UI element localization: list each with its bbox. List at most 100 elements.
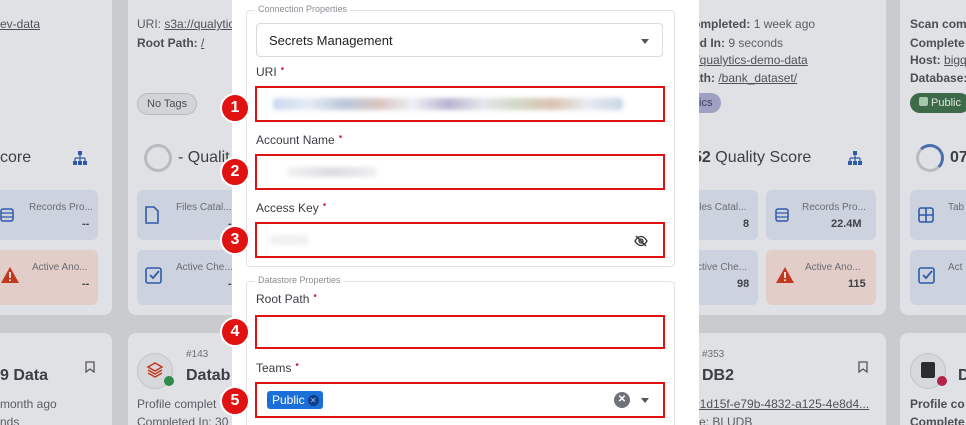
- clear-icon[interactable]: ✕: [614, 392, 630, 408]
- anomalies-value: 115: [848, 278, 866, 290]
- checks-label: Act: [948, 262, 963, 273]
- card-title[interactable]: 9 Data: [0, 367, 48, 385]
- add-datastore-modal: Connection Properties Secrets Management…: [232, 0, 699, 425]
- checkbox-icon: [918, 267, 935, 284]
- card-meta: month ago: [0, 397, 57, 411]
- callout-badge-2: 2: [220, 157, 250, 187]
- status-dot: [937, 376, 947, 386]
- uri-label: URI •: [256, 64, 285, 79]
- records-tile: [0, 190, 98, 240]
- checks-label: ctive Che...: [697, 262, 748, 273]
- card-meta: Profile complet: [137, 397, 217, 411]
- quality-score-ring: [916, 144, 944, 172]
- files-label: iles Catal...: [697, 202, 747, 213]
- chevron-down-icon: [641, 39, 649, 44]
- card-link[interactable]: ev-data: [0, 17, 40, 31]
- access-key-label: Access Key •: [256, 200, 327, 215]
- warning-icon: [776, 267, 794, 283]
- callout-badge-1: 1: [220, 93, 250, 123]
- card-completed-in: ed In: 9 seconds: [693, 36, 784, 50]
- table-icon: [775, 208, 789, 222]
- table-icon: [0, 208, 14, 222]
- card-completed: Complete: [910, 36, 965, 50]
- quality-score-ring: [144, 144, 172, 172]
- callout-badge-5: 5: [220, 386, 250, 416]
- files-label: Files Catal...: [176, 202, 232, 213]
- connection-properties-legend: Connection Properties: [255, 4, 351, 14]
- warning-icon: [1, 267, 19, 283]
- files-tile: [690, 190, 758, 240]
- required-indicator: •: [313, 291, 317, 302]
- bookmark-icon[interactable]: [858, 361, 868, 373]
- required-indicator: •: [280, 64, 285, 75]
- uri-input[interactable]: [255, 86, 665, 122]
- records-label: Records Pro...: [29, 202, 93, 213]
- card-title[interactable]: DB2: [702, 367, 734, 385]
- account-name-input[interactable]: [255, 154, 665, 190]
- file-icon: [145, 206, 159, 224]
- checkbox-icon: [145, 267, 162, 284]
- access-key-input[interactable]: [255, 222, 665, 258]
- status-dot: [164, 376, 174, 386]
- anomalies-value: --: [82, 278, 90, 290]
- quality-score-label: 52 Quality Score: [693, 149, 812, 166]
- datastore-properties-legend: Datastore Properties: [255, 275, 344, 285]
- card-uri[interactable]: //qualytics-demo-data: [693, 53, 808, 67]
- card-id: #143: [186, 349, 209, 360]
- card-root-path: Root Path: /: [137, 36, 205, 50]
- callout-badge-3: 3: [220, 225, 250, 255]
- required-indicator: •: [338, 132, 343, 143]
- redacted-value: [269, 235, 309, 245]
- card-meta: Complete: [910, 415, 965, 425]
- checks-label: Active Che...: [176, 262, 233, 273]
- card-meta: Profile co: [910, 397, 965, 411]
- quality-score-label: 07: [950, 149, 966, 166]
- card-meta: 01d15f-e79b-4832-a125-4e8d4...: [693, 397, 870, 411]
- team-chip-public[interactable]: Public ✕: [267, 391, 323, 409]
- anomalies-label: Active Ano...: [805, 262, 861, 273]
- database-stack-icon: [146, 362, 164, 378]
- bookmark-icon[interactable]: [85, 361, 95, 373]
- records-label: Records Pro...: [802, 202, 866, 213]
- card-id: #353: [702, 349, 725, 360]
- records-value: --: [82, 218, 90, 230]
- callout-badge-4: 4: [220, 317, 250, 347]
- account-name-label: Account Name •: [256, 132, 343, 147]
- card-last-scan: Scan comp: [910, 17, 966, 31]
- required-indicator: •: [322, 200, 327, 211]
- card-meta: nds: [0, 415, 20, 425]
- redacted-value: [287, 167, 377, 177]
- teams-label: Teams •: [256, 360, 299, 375]
- grid-icon: [918, 207, 934, 223]
- secrets-management-value: Secrets Management: [269, 33, 393, 48]
- tag-icon: [919, 97, 928, 106]
- records-value: 22.4M: [831, 218, 862, 230]
- card-meta: se: BLUDB: [693, 415, 753, 425]
- checks-value: 98: [737, 278, 750, 290]
- root-path-input[interactable]: [255, 315, 665, 349]
- required-indicator: •: [295, 360, 299, 371]
- chevron-down-icon[interactable]: [641, 398, 649, 403]
- tag-badge[interactable]: No Tags: [137, 93, 198, 115]
- teams-select[interactable]: Public ✕ ✕: [255, 382, 665, 418]
- card-database: Database:: [910, 71, 966, 85]
- hierarchy-icon[interactable]: [847, 150, 863, 166]
- tag-badge[interactable]: Public: [910, 93, 966, 113]
- ibm-db2-logo: [921, 362, 935, 378]
- anomalies-label: Active Ano...: [32, 262, 88, 273]
- root-path-label: Root Path •: [256, 291, 317, 306]
- redacted-value: [273, 98, 623, 110]
- chip-remove-icon[interactable]: ✕: [307, 394, 319, 406]
- card-uri: URI: s3a://qualytic: [137, 17, 235, 31]
- tables-label: Tab: [948, 202, 965, 213]
- eye-off-icon[interactable]: [634, 235, 648, 247]
- hierarchy-icon[interactable]: [72, 150, 88, 166]
- files-value: 8: [743, 218, 750, 230]
- quality-score-label: core: [0, 149, 32, 166]
- card-title[interactable]: D: [958, 367, 966, 385]
- card-host: Host: bigq: [910, 53, 966, 67]
- card-last-scan: ompleted: 1 week ago: [693, 17, 816, 31]
- secrets-management-select[interactable]: Secrets Management: [256, 23, 663, 57]
- card-title[interactable]: Datab: [186, 367, 230, 385]
- card-root-path: ath: /bank_dataset/: [693, 71, 798, 85]
